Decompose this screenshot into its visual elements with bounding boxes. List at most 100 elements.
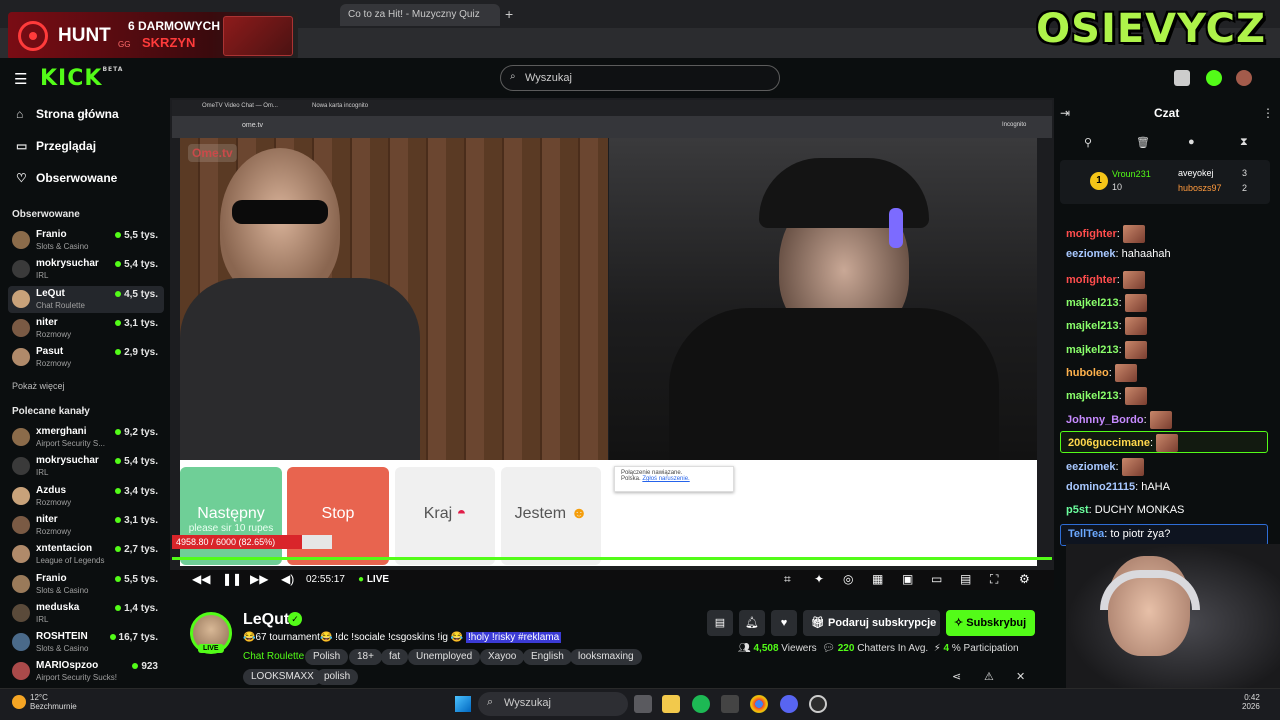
search-input[interactable]: ⌕ Wyszukaj xyxy=(500,65,780,91)
follow-heart-icon[interactable]: ♥ xyxy=(771,610,797,636)
stream-tag[interactable]: polish xyxy=(316,669,359,685)
stream-tag[interactable]: Unemployed xyxy=(408,649,481,665)
gift-sub-button[interactable]: 🎁︎ Podaruj subskrypcje xyxy=(803,610,940,636)
chat-message: majkel213: xyxy=(1066,387,1147,405)
chat-username[interactable]: huboleo xyxy=(1066,367,1109,379)
mute-icon[interactable]: ✕ xyxy=(1016,670,1025,683)
chat-username[interactable]: majkel213 xyxy=(1066,297,1119,309)
chat-username[interactable]: mofighter xyxy=(1066,228,1117,240)
channel-row[interactable]: Franio Slots & Casino 5,5 tys. xyxy=(8,571,164,598)
channel-name[interactable]: LeQut xyxy=(243,611,289,629)
forward-icon[interactable]: ▶▶ xyxy=(250,572,268,586)
country-button[interactable]: Kraj ◓ xyxy=(395,467,495,565)
chat-username[interactable]: p5st xyxy=(1066,504,1089,516)
fullscreen-icon[interactable]: ⛶ xyxy=(990,572,998,587)
bell-icon[interactable]: 🔔︎ xyxy=(739,610,765,636)
browser-tab[interactable]: Co to za Hit! - Muzyczny Quiz xyxy=(340,4,500,26)
chat-menu-icon[interactable]: ⋮ xyxy=(1262,106,1274,120)
nav-browse[interactable]: ▭ Przeglądaj xyxy=(16,139,96,153)
video-progress-bar[interactable] xyxy=(172,557,1052,560)
rewards-icon[interactable] xyxy=(1174,70,1190,86)
app-icon[interactable] xyxy=(809,695,827,713)
collapse-chat-icon[interactable]: ⇥ xyxy=(1060,106,1070,120)
channel-avatar-icon xyxy=(12,318,30,337)
gender-button[interactable]: Jestem ☻ xyxy=(501,467,601,565)
channel-row[interactable]: Franio Slots & Casino 5,5 tys. xyxy=(8,227,164,254)
chat-username[interactable]: majkel213 xyxy=(1066,344,1119,356)
chat-username[interactable]: eeziomek xyxy=(1066,248,1116,260)
chat-username[interactable]: majkel213 xyxy=(1066,390,1119,402)
hourglass-icon[interactable]: ⧗ xyxy=(1240,136,1248,149)
stream-tag[interactable]: fat xyxy=(381,649,409,665)
player-controls xyxy=(170,570,1054,590)
weather-widget[interactable]: 12°C Bezchmurnie xyxy=(30,693,77,711)
store-icon[interactable] xyxy=(721,695,739,713)
clip-icon[interactable]: ⌗ xyxy=(784,572,791,587)
report-link[interactable]: Zgłoś naruszenie. xyxy=(642,476,689,482)
sparkle-icon[interactable]: ✦ xyxy=(814,572,824,586)
chat-username[interactable]: eeziomek xyxy=(1066,461,1116,473)
discord-icon[interactable] xyxy=(780,695,798,713)
stream-tag[interactable]: LOOKSMAXX xyxy=(243,669,322,685)
chat-username[interactable]: TellTea xyxy=(1068,528,1104,540)
subscribe-button[interactable]: ✧ Subskrybuj xyxy=(946,610,1035,636)
share-icon[interactable]: ⋖ xyxy=(952,670,961,683)
channel-row[interactable]: mokrysuchar IRL 5,4 tys. xyxy=(8,453,164,480)
stats-icon[interactable]: ▦ xyxy=(872,572,883,586)
report-icon[interactable]: ⚠ xyxy=(984,670,994,683)
menu-icon[interactable]: ☰ xyxy=(14,70,27,88)
chat-username[interactable]: Johnny_Bordo xyxy=(1066,414,1144,426)
kick-wallet-icon[interactable] xyxy=(1206,70,1222,86)
file-explorer-icon[interactable] xyxy=(662,695,680,713)
theater-mode-icon[interactable]: ▤ xyxy=(707,610,733,636)
channel-row[interactable]: Azdus Rozmowy 3,4 tys. xyxy=(8,483,164,510)
channel-row[interactable]: xmerghani Airport Security S... 9,2 tys. xyxy=(8,424,164,451)
kick-logo[interactable]: KICKBETA xyxy=(40,66,123,91)
next-button[interactable]: Następny please sir 10 rupes xyxy=(180,467,282,565)
nav-following[interactable]: ♡ Obserwowane xyxy=(16,171,117,185)
chrome-icon[interactable] xyxy=(750,695,768,713)
stream-tag[interactable]: Xayoo xyxy=(480,649,525,665)
taskbar-search[interactable]: ⌕ Wyszukaj xyxy=(478,692,628,716)
channel-row[interactable]: mokrysuchar IRL 5,4 tys. xyxy=(8,256,164,283)
channel-row[interactable]: ROSHTEIN Slots & Casino 16,7 tys. xyxy=(8,629,164,656)
channel-row[interactable]: MARIOspzoo Airport Security Sucks! 923 xyxy=(8,658,164,685)
stream-tag[interactable]: looksmaxing xyxy=(570,649,642,665)
chat-username[interactable]: majkel213 xyxy=(1066,320,1119,332)
theater-icon[interactable]: ▭ xyxy=(931,572,942,586)
pin-icon[interactable]: ⚲ xyxy=(1084,136,1092,149)
user-avatar[interactable] xyxy=(1236,70,1252,86)
chat-bubble-icon[interactable]: ● xyxy=(1188,136,1195,148)
chat-username[interactable]: mofighter xyxy=(1066,274,1117,286)
stop-button[interactable]: Stop xyxy=(287,467,389,565)
new-tab-icon[interactable]: + xyxy=(505,6,513,22)
chat-username[interactable]: domino21115 xyxy=(1066,481,1135,493)
task-view-icon[interactable] xyxy=(634,695,652,713)
stream-tag[interactable]: 18+ xyxy=(349,649,382,665)
channel-row-category: Rozmowy xyxy=(36,526,72,536)
gear-icon[interactable]: ⚙ xyxy=(1019,572,1030,586)
miniplayer-icon[interactable]: ▤ xyxy=(960,572,971,586)
promo-brand-suffix: GG xyxy=(118,40,131,49)
trash-icon[interactable]: 🗑︎ xyxy=(1136,136,1150,149)
volume-icon[interactable]: ◀) xyxy=(281,572,294,586)
show-more-link[interactable]: Pokaż więcej xyxy=(12,381,65,391)
stream-category[interactable]: Chat Roulette xyxy=(243,651,304,662)
windows-start-icon[interactable] xyxy=(455,696,471,712)
channel-row[interactable]: Pasut Rozmowy 2,9 tys. xyxy=(8,344,164,371)
channel-row[interactable]: meduska IRL 1,4 tys. xyxy=(8,600,164,627)
pause-icon[interactable]: ❚❚ xyxy=(222,572,242,586)
chat-message: p5st: DUCHY MONKAS xyxy=(1066,504,1184,516)
spotify-icon[interactable] xyxy=(692,695,710,713)
stream-tag[interactable]: Polish xyxy=(305,649,349,665)
pip-icon[interactable]: ▣ xyxy=(902,572,913,586)
settings-dial-icon[interactable]: ◎ xyxy=(843,572,853,586)
rewind-icon[interactable]: ◀◀ xyxy=(192,572,210,586)
channel-row[interactable]: LeQut Chat Roulette 4,5 tys. xyxy=(8,285,164,313)
chat-username[interactable]: 2006guccimane xyxy=(1068,437,1150,449)
nav-home[interactable]: ⌂ Strona główna xyxy=(16,107,119,121)
channel-row[interactable]: niter Rozmowy 3,1 tys. xyxy=(8,315,164,342)
stream-tag[interactable]: English xyxy=(523,649,572,665)
channel-row[interactable]: niter Rozmowy 3,1 tys. xyxy=(8,512,164,539)
channel-row[interactable]: xntentacion League of Legends 2,7 tys. xyxy=(8,541,164,568)
